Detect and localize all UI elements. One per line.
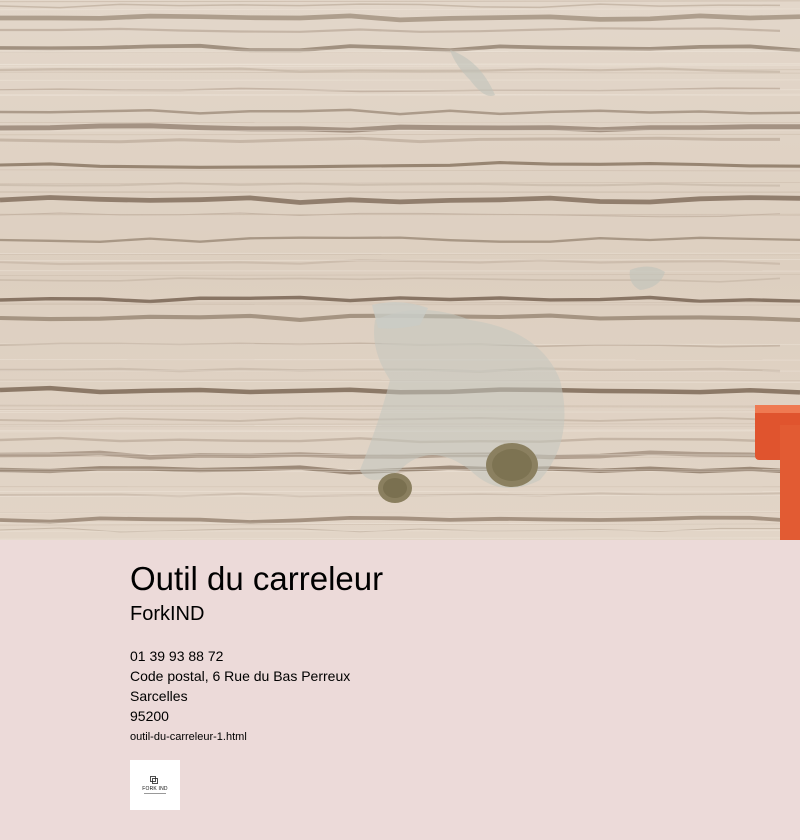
logo-text: FORK IND — [142, 786, 168, 792]
business-name: ForkIND — [130, 603, 205, 625]
wood-deck-photo — [0, 0, 800, 540]
logo-divider — [144, 793, 166, 794]
postal-code: 95200 — [130, 708, 169, 724]
logo-mark-icon — [150, 776, 158, 784]
street-address: Code postal, 6 Rue du Bas Perreux — [130, 668, 351, 684]
page-link[interactable]: outil-du-carreleur-1.html — [130, 730, 247, 744]
business-info: Outil du carreleur ForkIND 01 39 93 88 7… — [0, 540, 800, 840]
business-logo[interactable]: FORK IND — [130, 760, 180, 810]
hero-image — [0, 0, 800, 540]
page-title: Outil du carreleur — [130, 560, 384, 597]
city: Sarcelles — [130, 688, 188, 704]
phone-number: 01 39 93 88 72 — [130, 648, 224, 664]
